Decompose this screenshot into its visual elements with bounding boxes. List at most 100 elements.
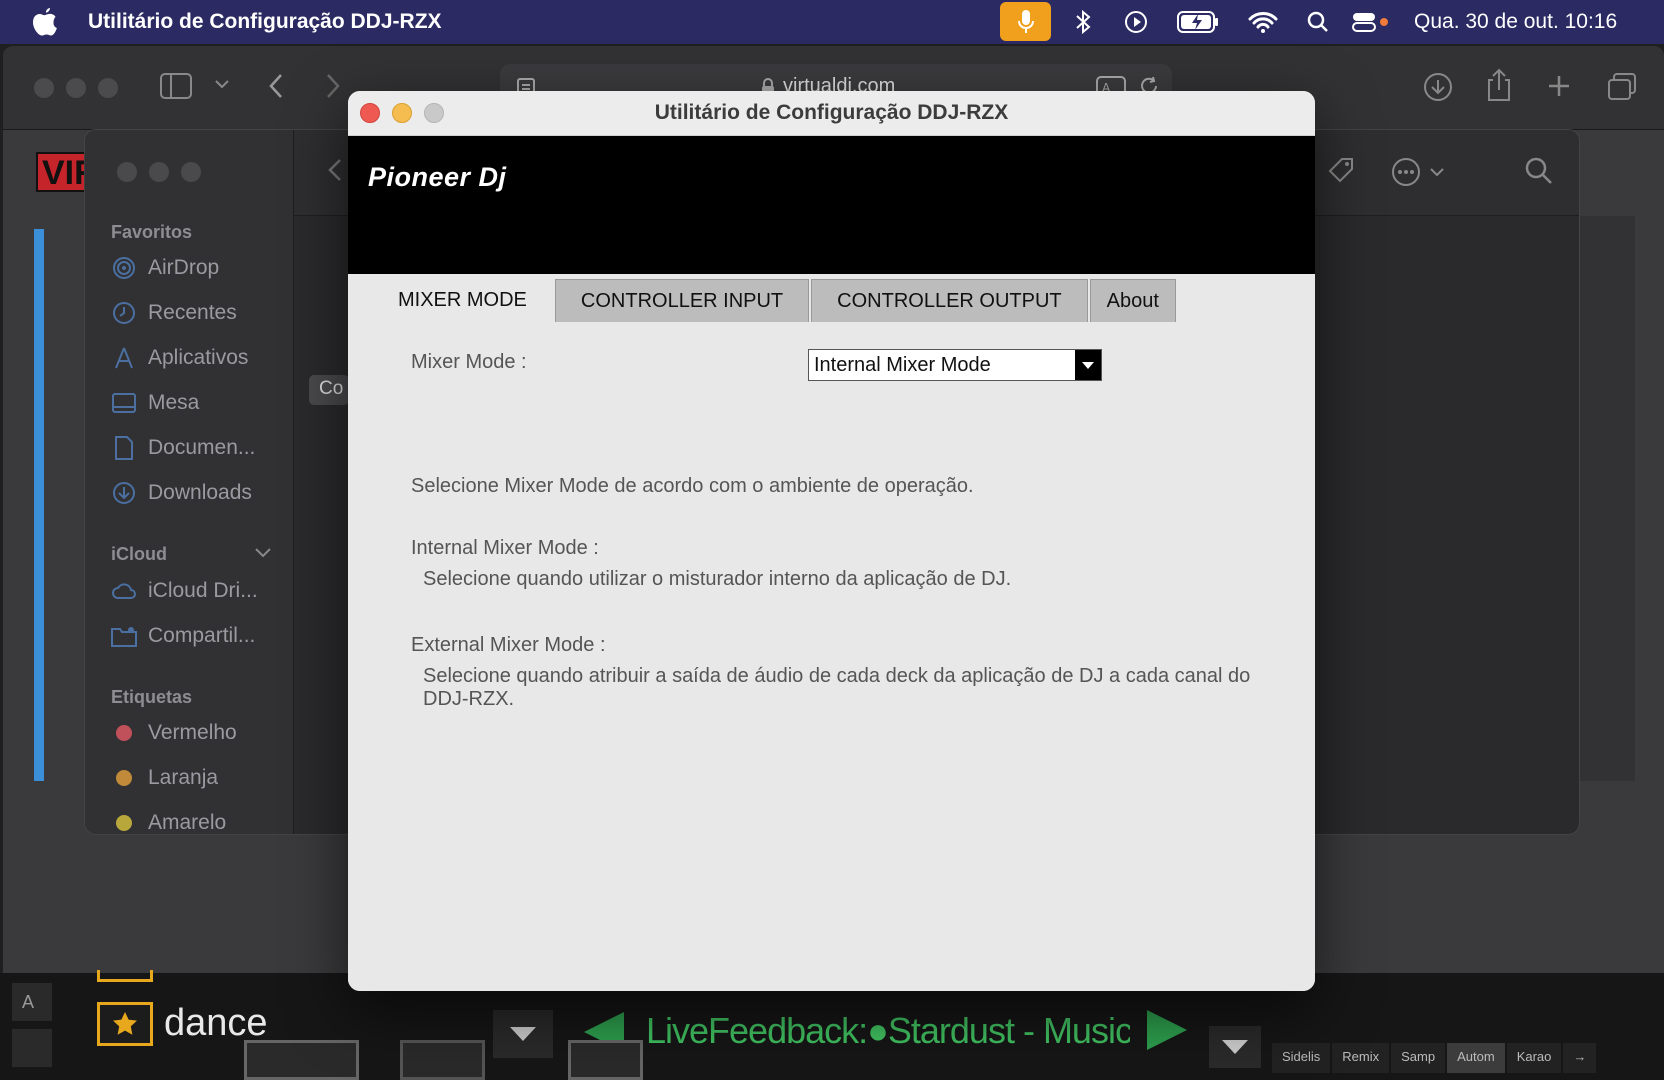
- safari-close-button[interactable]: [34, 78, 54, 98]
- next-track-icon[interactable]: [1147, 1010, 1187, 1050]
- mixer-mode-label: Mixer Mode :: [411, 351, 527, 373]
- finder-close-button[interactable]: [117, 162, 137, 182]
- chevron-down-icon[interactable]: [255, 548, 271, 558]
- sidebar-item-label: Laranja: [148, 766, 219, 789]
- safari-zoom-button[interactable]: [98, 78, 118, 98]
- tags-header: Etiquetas: [111, 687, 193, 707]
- tab-overview-icon[interactable]: [1607, 72, 1637, 102]
- dropdown-arrow-icon[interactable]: [1075, 350, 1101, 380]
- resize-icon[interactable]: [12, 1029, 52, 1067]
- font-size-icon[interactable]: A: [12, 983, 52, 1021]
- sidebar-tag-laranja[interactable]: Laranja: [111, 761, 218, 795]
- external-mode-title: External Mixer Mode :: [411, 634, 606, 656]
- tab-controller-input[interactable]: CONTROLLER INPUT: [554, 279, 810, 322]
- more-actions-icon[interactable]: [1391, 157, 1421, 187]
- sidebar-item-airdrop[interactable]: AirDrop: [111, 251, 219, 285]
- sidebar-item-label: AirDrop: [148, 256, 220, 279]
- deck-thumbnail: [400, 1040, 485, 1080]
- tag-dot-icon: [116, 770, 132, 786]
- pioneer-dj-logo: Pioneer Dj: [368, 162, 507, 192]
- sidebar-item-label: Aplicativos: [148, 346, 249, 369]
- search-icon[interactable]: [1525, 157, 1553, 185]
- sidebar-tag-amarelo[interactable]: Amarelo: [111, 806, 227, 834]
- settings-tabs: MIXER MODE CONTROLLER INPUT CONTROLLER O…: [372, 278, 1178, 322]
- external-mode-description: Selecione quando atribuir a saída de áud…: [423, 665, 1251, 710]
- sidebar-item-label: Mesa: [148, 391, 200, 414]
- tag-dot-icon: [116, 815, 132, 831]
- sidebar-item-label: Compartil...: [148, 624, 256, 647]
- wifi-icon[interactable]: [1248, 10, 1278, 34]
- mixer-mode-select[interactable]: Internal Mixer Mode: [808, 349, 1102, 381]
- sidebar-item-label: Amarelo: [148, 811, 227, 834]
- virtualdj-logo: VIR: [36, 152, 86, 192]
- sidebar-item-aplicativos[interactable]: Aplicativos: [111, 341, 248, 375]
- menubar-app-title[interactable]: Utilitário de Configuração DDJ-RZX: [88, 10, 442, 34]
- tab-content: Mixer Mode : Internal Mixer Mode Selecio…: [348, 274, 1315, 991]
- intro-text: Selecione Mixer Mode de acordo com o amb…: [411, 475, 974, 497]
- tab-remix[interactable]: Remix: [1332, 1043, 1390, 1073]
- forward-icon[interactable]: [325, 73, 341, 99]
- ticker-dropdown-button[interactable]: [1209, 1026, 1261, 1068]
- downloads-icon[interactable]: [1423, 72, 1453, 102]
- window-titlebar: Utilitário de Configuração DDJ-RZX: [348, 91, 1315, 136]
- sidebar-item-compartilhado[interactable]: Compartil...: [111, 619, 255, 653]
- sidebar-item-icloud-drive[interactable]: iCloud Dri...: [111, 574, 258, 608]
- favorites-header: Favoritos: [111, 222, 193, 242]
- sideview-tabs: Sidelis Remix Samp Autom Karao →: [1272, 1043, 1597, 1073]
- sidebar-item-label: iCloud Dri...: [148, 579, 258, 602]
- bluetooth-icon[interactable]: [1073, 10, 1093, 34]
- spotlight-search-icon[interactable]: [1307, 10, 1329, 34]
- control-center-icon[interactable]: [1352, 10, 1392, 34]
- tab-mixer-mode[interactable]: MIXER MODE: [372, 278, 553, 322]
- window-title: Utilitário de Configuração DDJ-RZX: [654, 101, 1009, 124]
- icloud-header[interactable]: iCloud: [111, 544, 167, 565]
- sidebar-item-documentos[interactable]: Documen...: [111, 431, 255, 465]
- chevron-down-icon: [510, 1027, 536, 1041]
- ddj-rzx-utility-window: Utilitário de Configuração DDJ-RZX Pione…: [348, 91, 1315, 991]
- chevron-down-icon: [1222, 1040, 1248, 1054]
- sidebar-toggle-icon[interactable]: [160, 73, 192, 99]
- chevron-down-icon[interactable]: [215, 79, 229, 89]
- chevron-down-icon[interactable]: [1430, 167, 1444, 177]
- internal-mode-title: Internal Mixer Mode :: [411, 537, 599, 559]
- applications-icon: [111, 345, 137, 371]
- tab-more[interactable]: →: [1563, 1043, 1597, 1073]
- microphone-icon[interactable]: [1000, 2, 1051, 41]
- tag-dot-icon: [116, 725, 132, 741]
- tab-controller-output[interactable]: CONTROLLER OUTPUT: [811, 279, 1088, 322]
- sidebar-item-mesa[interactable]: Mesa: [111, 386, 199, 420]
- safari-minimize-button[interactable]: [66, 78, 86, 98]
- mixer-mode-value: Internal Mixer Mode: [814, 353, 991, 376]
- folder-dropdown-button[interactable]: [493, 1010, 553, 1058]
- new-tab-icon[interactable]: [1547, 74, 1571, 98]
- sidebar-tag-vermelho[interactable]: Vermelho: [111, 716, 237, 750]
- tab-sidelist[interactable]: Sidelis: [1272, 1043, 1331, 1073]
- battery-icon[interactable]: [1176, 10, 1220, 34]
- finder-minimize-button[interactable]: [149, 162, 169, 182]
- folder-above-icon: [97, 970, 153, 982]
- sidebar-item-label: Downloads: [148, 481, 252, 504]
- deck-thumbnail: [568, 1040, 643, 1080]
- now-playing-icon[interactable]: [1123, 10, 1149, 34]
- brand-header: Pioneer Dj: [348, 136, 1315, 274]
- apple-logo-icon[interactable]: [32, 8, 58, 36]
- tag-icon[interactable]: [1327, 156, 1357, 186]
- finder-zoom-button[interactable]: [181, 162, 201, 182]
- tab-karaoke[interactable]: Karao: [1506, 1043, 1562, 1073]
- sidebar-item-label: Vermelho: [148, 721, 237, 744]
- sidebar-item-recentes[interactable]: Recentes: [111, 296, 237, 330]
- sidebar-item-downloads[interactable]: Downloads: [111, 476, 252, 510]
- menubar-clock[interactable]: Qua. 30 de out. 10:16: [1414, 10, 1617, 34]
- airdrop-icon: [111, 255, 137, 281]
- back-icon[interactable]: [328, 158, 342, 182]
- tab-sampler[interactable]: Samp: [1391, 1043, 1446, 1073]
- now-playing-ticker: LiveFeedback:●Stardust - Music Sounds Be…: [646, 1010, 1130, 1051]
- tab-about[interactable]: About: [1089, 279, 1176, 322]
- tab-automix[interactable]: Autom: [1447, 1043, 1505, 1073]
- folder-name[interactable]: dance: [164, 1002, 268, 1045]
- cloud-icon: [111, 578, 137, 604]
- sidebar-item-label: Documen...: [148, 436, 256, 459]
- back-icon[interactable]: [268, 73, 284, 99]
- favorite-folder-star-icon[interactable]: [97, 1002, 153, 1046]
- share-icon[interactable]: [1486, 68, 1512, 102]
